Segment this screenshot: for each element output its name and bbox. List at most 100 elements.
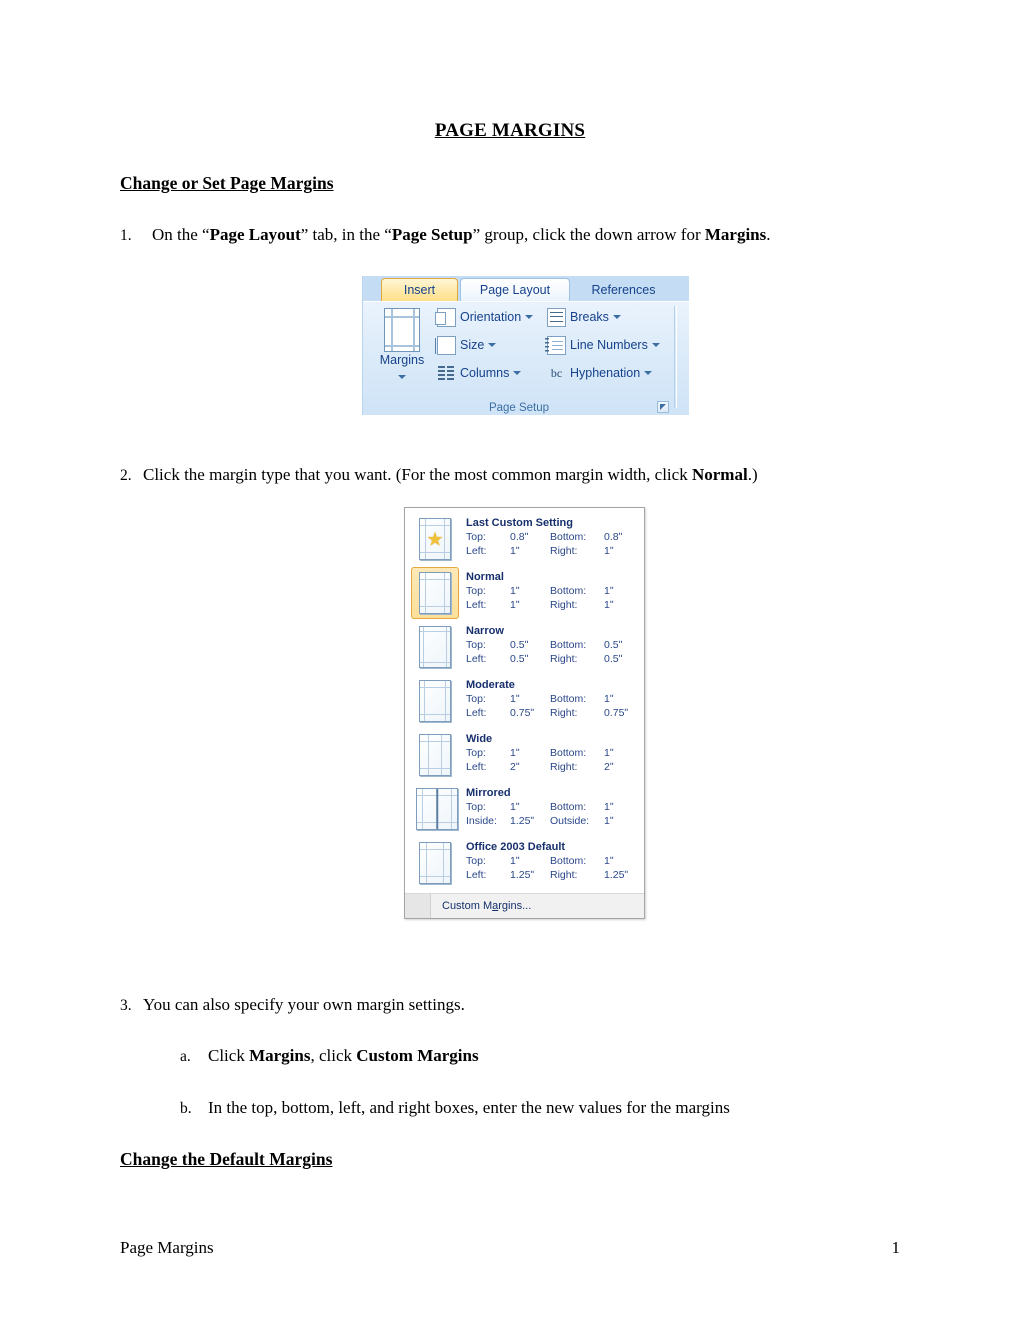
label-right: Right: <box>550 598 578 611</box>
substep-b-text: In the top, bottom, left, and right boxe… <box>208 1097 968 1118</box>
thumb-wrap <box>411 621 459 673</box>
line-numbers-icon <box>545 335 566 355</box>
size-label: Size <box>460 338 485 352</box>
preset-name: Mirrored <box>466 787 511 799</box>
preset-values: Top: 1ʺ Bottom: 1ʺ Left: 2ʺ Right: 2ʺ <box>466 747 640 774</box>
label-top: Top: <box>466 585 486 598</box>
value-bottom: 1ʺ <box>604 585 614 598</box>
step-3-text: You can also specify your own margin set… <box>143 994 943 1015</box>
chevron-down-icon[interactable] <box>525 315 534 319</box>
tab-insert-label: Insert <box>403 283 436 297</box>
tab-page-layout-label: Page Layout <box>479 283 551 297</box>
preset-values: Top: 1ʺ Bottom: 1ʺ Left: 1.25ʺ Right: 1.… <box>466 855 640 882</box>
label-bottom: Bottom: <box>550 639 587 652</box>
tab-insert[interactable]: Insert <box>381 278 458 301</box>
page-thumbnail-icon <box>419 734 451 776</box>
breaks-button[interactable]: Breaks <box>547 304 621 330</box>
value-right: 0.5ʺ <box>604 652 623 665</box>
label-top: Top: <box>466 639 486 652</box>
margins-preset-last-custom-setting[interactable]: ★ Last Custom Setting Top: 0.8ʺ Bottom: … <box>405 511 644 565</box>
value-bottom: 1ʺ <box>604 747 614 760</box>
preset-text: Mirrored Top: 1ʺ Bottom: 1ʺ Inside: 1.25… <box>463 783 640 828</box>
margins-preset-mirrored[interactable]: Mirrored Top: 1ʺ Bottom: 1ʺ Inside: 1.25… <box>405 781 644 835</box>
label-left: Left: <box>466 868 487 881</box>
value-bottom: 0.5ʺ <box>604 639 623 652</box>
list-letter-a: a. <box>180 1048 191 1065</box>
breaks-label: Breaks <box>570 310 609 324</box>
footer-left-text: Page Margins <box>120 1238 214 1257</box>
thumb-wrap <box>411 837 459 889</box>
margins-preset-narrow[interactable]: Narrow Top: 0.5ʺ Bottom: 0.5ʺ Left: 0.5ʺ… <box>405 619 644 673</box>
margins-dropdown-screenshot: ★ Last Custom Setting Top: 0.8ʺ Bottom: … <box>404 507 645 919</box>
chevron-down-icon[interactable] <box>398 375 406 380</box>
value-left: 1ʺ <box>510 544 520 557</box>
value-top: 1ʺ <box>510 801 520 814</box>
hyphenation-button[interactable]: bc Hyphenation <box>547 360 653 386</box>
page-thumbnail-icon <box>419 842 451 884</box>
margins-button-label: Margins <box>379 353 425 367</box>
menu-icon-gutter <box>405 894 431 918</box>
label-inside: Inside: <box>466 814 497 827</box>
custom-margins-label: Custom Margins... <box>431 900 531 912</box>
step1-bold-page-setup: Page Setup <box>391 225 473 244</box>
preset-text: Last Custom Setting Top: 0.8ʺ Bottom: 0.… <box>459 513 640 558</box>
preset-text: Narrow Top: 0.5ʺ Bottom: 0.5ʺ Left: 0.5ʺ… <box>459 621 640 666</box>
page-title-text: PAGE MARGINS <box>434 120 586 141</box>
value-left: 1.25ʺ <box>510 868 535 881</box>
step1-part4: ” group, click the down arrow for <box>472 225 705 244</box>
preset-text: Moderate Top: 1ʺ Bottom: 1ʺ Left: 0.75ʺ … <box>459 675 640 720</box>
tab-references[interactable]: References <box>571 278 676 301</box>
margins-preset-list: ★ Last Custom Setting Top: 0.8ʺ Bottom: … <box>405 508 644 893</box>
dialog-box-launcher-icon[interactable] <box>657 401 669 413</box>
margins-button[interactable]: Margins <box>371 305 433 387</box>
value-inside: 1.25ʺ <box>510 814 535 827</box>
value-right: 1ʺ <box>604 544 614 557</box>
substepa-part0: Click <box>208 1046 250 1065</box>
size-button[interactable]: Size <box>435 332 497 358</box>
substepa-bold-margins: Margins <box>249 1046 311 1065</box>
preset-name: Moderate <box>466 679 515 691</box>
step3-part0: You can also specify your own margin set… <box>143 995 465 1014</box>
preset-text: Wide Top: 1ʺ Bottom: 1ʺ Left: 2ʺ Right: … <box>459 729 640 774</box>
list-letter-b: b. <box>180 1100 192 1117</box>
margins-preset-moderate[interactable]: Moderate Top: 1ʺ Bottom: 1ʺ Left: 0.75ʺ … <box>405 673 644 727</box>
book-spine <box>436 789 438 829</box>
margins-preset-normal[interactable]: Normal Top: 1ʺ Bottom: 1ʺ Left: 1ʺ Right… <box>405 565 644 619</box>
footer-page-number: 1 <box>891 1238 901 1257</box>
orientation-button[interactable]: Orientation <box>435 304 534 330</box>
label-left: Left: <box>466 706 487 719</box>
value-bottom: 1ʺ <box>604 693 614 706</box>
columns-button[interactable]: Columns <box>437 360 522 386</box>
chevron-down-icon[interactable] <box>644 371 653 375</box>
chevron-down-icon[interactable] <box>488 343 497 347</box>
hyphenation-label: Hyphenation <box>570 366 641 380</box>
chevron-down-icon[interactable] <box>513 371 522 375</box>
label-right: Right: <box>550 760 578 773</box>
preset-values: Top: 1ʺ Bottom: 1ʺ Inside: 1.25ʺ Outside… <box>466 801 640 828</box>
step-1-text: On the “Page Layout” tab, in the “Page S… <box>152 224 952 245</box>
margins-preset-wide[interactable]: Wide Top: 1ʺ Bottom: 1ʺ Left: 2ʺ Right: … <box>405 727 644 781</box>
label-bottom: Bottom: <box>550 531 587 544</box>
tab-page-layout[interactable]: Page Layout <box>460 278 570 301</box>
step1-part0: On the “ <box>152 225 210 244</box>
value-top: 0.8ʺ <box>510 531 529 544</box>
custom-margins-menu-item[interactable]: Custom Margins... <box>405 893 644 918</box>
margins-preset-office-2003-default[interactable]: Office 2003 Default Top: 1ʺ Bottom: 1ʺ L… <box>405 835 644 889</box>
orientation-label: Orientation <box>460 310 522 324</box>
breaks-icon <box>547 307 566 327</box>
tab-references-label: References <box>591 282 656 297</box>
label-top: Top: <box>466 855 486 868</box>
value-left: 0.5ʺ <box>510 652 529 665</box>
line-numbers-button[interactable]: Line Numbers <box>545 332 660 358</box>
page-thumbnail-star-icon: ★ <box>419 518 451 560</box>
chevron-down-icon[interactable] <box>612 315 621 319</box>
label-bottom: Bottom: <box>550 801 587 814</box>
value-top: 1ʺ <box>510 585 520 598</box>
thumb-wrap: ★ <box>411 513 459 565</box>
thumb-wrap <box>411 783 463 835</box>
chevron-down-icon[interactable] <box>651 343 660 347</box>
preset-values: Top: 0.5ʺ Bottom: 0.5ʺ Left: 0.5ʺ Right:… <box>466 639 640 666</box>
label-left: Left: <box>466 598 487 611</box>
step1-bold-margins: Margins <box>704 225 767 244</box>
ribbon-screenshot-image: Insert Page Layout References Margins Or… <box>362 276 689 415</box>
